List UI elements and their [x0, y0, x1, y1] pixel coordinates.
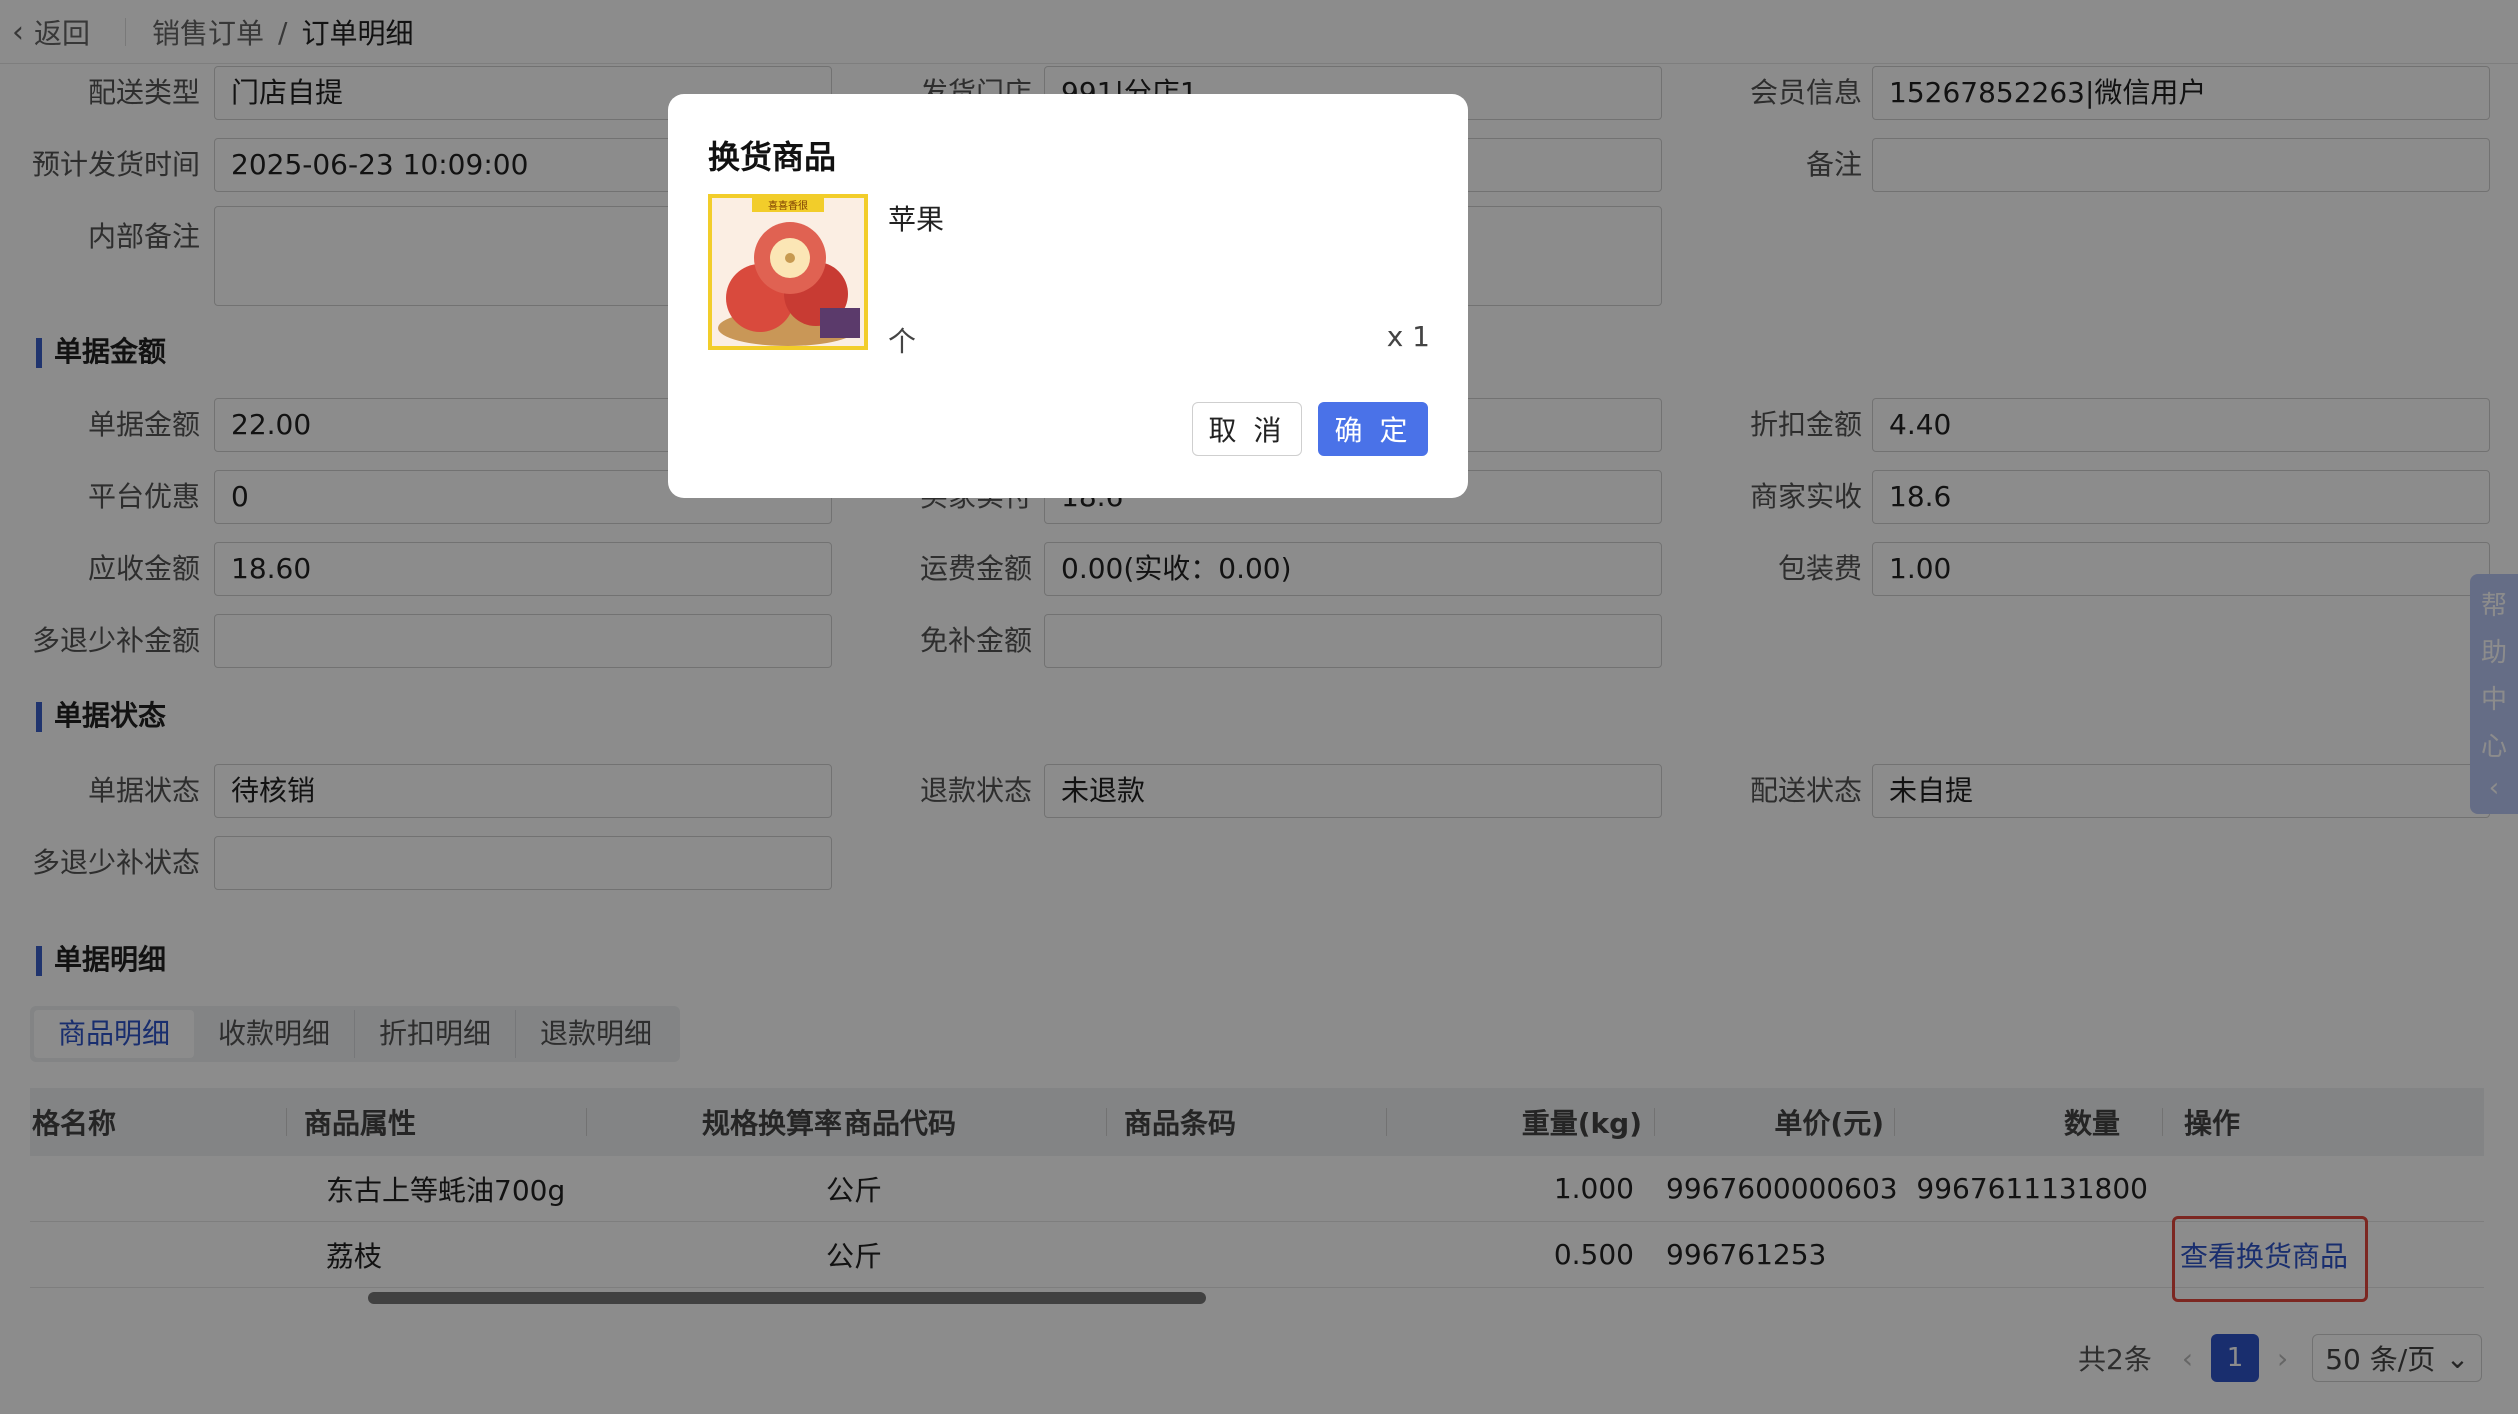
exchange-product-modal: 换货商品 喜喜香很 苹果 个 x 1 取 消 确 定 — [668, 94, 1468, 498]
apple-image-icon: 喜喜香很 — [712, 198, 864, 346]
confirm-button[interactable]: 确 定 — [1318, 402, 1428, 456]
product-image: 喜喜香很 — [708, 194, 868, 350]
image-banner-text: 喜喜香很 — [768, 199, 808, 212]
modal-title: 换货商品 — [708, 138, 837, 176]
cancel-button[interactable]: 取 消 — [1192, 402, 1302, 456]
product-name: 苹果 — [888, 203, 945, 236]
product-qty: x 1 — [1386, 320, 1430, 353]
product-unit: 个 — [888, 325, 917, 358]
